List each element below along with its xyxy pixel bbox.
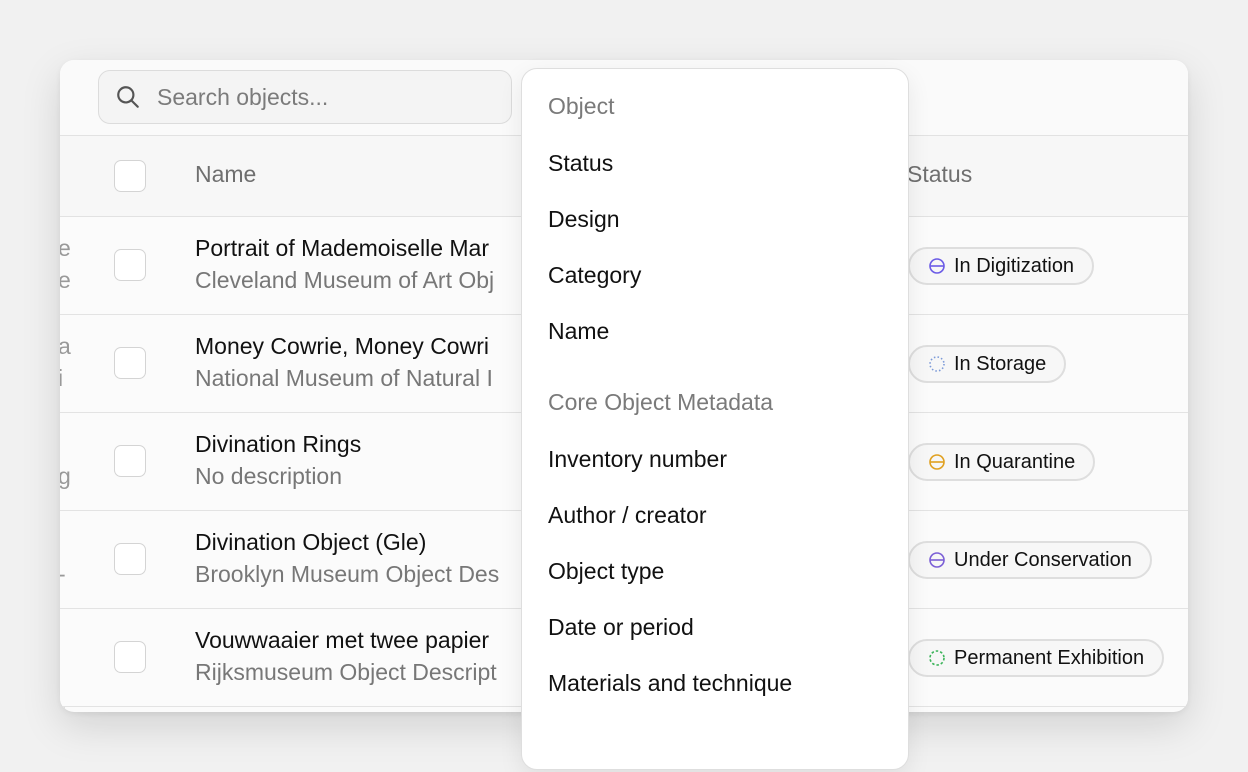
object-title[interactable]: Vouwwaaier met twee papier <box>195 627 489 654</box>
clipped-cell-fragment: i <box>60 365 64 391</box>
column-header-status[interactable]: Status <box>907 161 972 188</box>
status-label: In Storage <box>954 352 1047 375</box>
select-all-checkbox[interactable] <box>114 160 146 192</box>
dropdown-item-inventory-number[interactable]: Inventory number <box>548 446 727 473</box>
object-title[interactable]: Divination Rings <box>195 431 361 458</box>
dropdown-group-label: Object <box>548 93 615 119</box>
search-input[interactable] <box>155 82 479 112</box>
dropdown-item-category[interactable]: Category <box>548 262 641 289</box>
dropdown-item-status[interactable]: Status <box>548 150 613 177</box>
status-badge[interactable]: In Digitization <box>908 247 1095 285</box>
row-checkbox[interactable] <box>114 445 146 477</box>
status-label: In Quarantine <box>954 450 1076 473</box>
row-checkbox[interactable] <box>114 641 146 673</box>
object-title[interactable]: Money Cowrie, Money Cowri <box>195 333 489 360</box>
clipped-cell-fragment: a <box>60 333 71 359</box>
object-description: Cleveland Museum of Art Obj <box>195 267 495 293</box>
clipped-cell-fragment: g <box>60 463 71 489</box>
dropdown-item-name[interactable]: Name <box>548 318 609 345</box>
dropdown-item-materials-and-technique[interactable]: Materials and technique <box>548 670 792 697</box>
status-in-progress-icon <box>929 258 945 274</box>
status-badge[interactable]: Under Conservation <box>908 541 1152 579</box>
row-checkbox[interactable] <box>114 347 146 379</box>
row-checkbox[interactable] <box>114 249 146 281</box>
dropdown-item-author-creator[interactable]: Author / creator <box>548 502 707 529</box>
dropdown-item-design[interactable]: Design <box>548 206 620 233</box>
status-badge[interactable]: In Storage <box>908 345 1067 383</box>
status-in-progress-icon <box>929 552 945 568</box>
object-description: National Museum of Natural I <box>195 365 493 391</box>
status-badge[interactable]: In Quarantine <box>908 443 1096 481</box>
status-in-progress-icon <box>929 454 945 470</box>
clipped-cell-fragment: - <box>60 561 66 588</box>
row-checkbox[interactable] <box>114 543 146 575</box>
column-header-name[interactable]: Name <box>195 161 256 188</box>
search-box[interactable] <box>98 70 512 124</box>
status-label: In Digitization <box>954 254 1075 277</box>
status-label: Under Conservation <box>954 548 1132 571</box>
clipped-cell-fragment: e <box>60 267 71 293</box>
object-description: Brooklyn Museum Object Des <box>195 561 500 587</box>
status-label: Permanent Exhibition <box>954 646 1145 669</box>
dropdown-item-date-or-period[interactable]: Date or period <box>548 614 694 641</box>
dropdown-item-object-type[interactable]: Object type <box>548 558 664 585</box>
status-dashed-circle-icon <box>929 650 945 666</box>
object-description: Rijksmuseum Object Descript <box>195 659 497 685</box>
status-badge[interactable]: Permanent Exhibition <box>908 639 1165 677</box>
object-title[interactable]: Portrait of Mademoiselle Mar <box>195 235 489 262</box>
object-title[interactable]: Divination Object (Gle) <box>195 529 426 556</box>
status-dotted-circle-icon <box>929 356 945 372</box>
column-picker-dropdown: Object Status Design Category Name Core … <box>521 68 909 770</box>
clipped-cell-fragment: e <box>60 235 71 261</box>
search-icon <box>117 86 139 108</box>
object-description: No description <box>195 463 343 489</box>
dropdown-group-label: Core Object Metadata <box>548 389 774 415</box>
